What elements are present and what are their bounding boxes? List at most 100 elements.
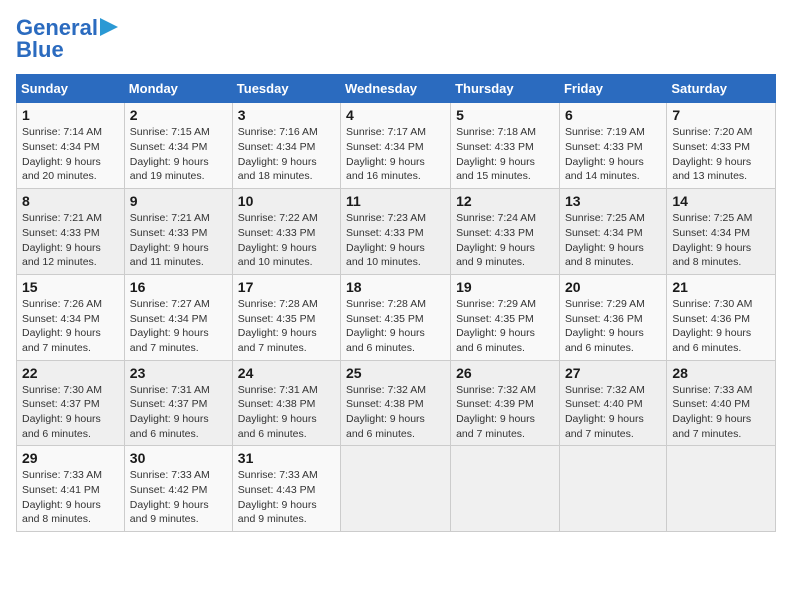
day-header-sunday: Sunday xyxy=(17,75,125,103)
day-info: Sunrise: 7:17 AMSunset: 4:34 PMDaylight:… xyxy=(346,126,426,182)
calendar-cell: 28 Sunrise: 7:33 AMSunset: 4:40 PMDaylig… xyxy=(667,360,776,446)
calendar-cell: 27 Sunrise: 7:32 AMSunset: 4:40 PMDaylig… xyxy=(559,360,666,446)
calendar-cell: 16 Sunrise: 7:27 AMSunset: 4:34 PMDaylig… xyxy=(124,274,232,360)
day-number: 18 xyxy=(346,279,445,295)
day-info: Sunrise: 7:25 AMSunset: 4:34 PMDaylight:… xyxy=(672,212,752,268)
calendar-week-row: 1 Sunrise: 7:14 AMSunset: 4:34 PMDayligh… xyxy=(17,103,776,189)
day-header-saturday: Saturday xyxy=(667,75,776,103)
day-number: 5 xyxy=(456,107,554,123)
day-number: 30 xyxy=(130,450,227,466)
day-number: 22 xyxy=(22,365,119,381)
day-info: Sunrise: 7:15 AMSunset: 4:34 PMDaylight:… xyxy=(130,126,210,182)
calendar-cell: 17 Sunrise: 7:28 AMSunset: 4:35 PMDaylig… xyxy=(232,274,340,360)
day-number: 4 xyxy=(346,107,445,123)
calendar-week-row: 8 Sunrise: 7:21 AMSunset: 4:33 PMDayligh… xyxy=(17,189,776,275)
calendar-cell: 21 Sunrise: 7:30 AMSunset: 4:36 PMDaylig… xyxy=(667,274,776,360)
day-header-friday: Friday xyxy=(559,75,666,103)
calendar-cell: 6 Sunrise: 7:19 AMSunset: 4:33 PMDayligh… xyxy=(559,103,666,189)
calendar-cell xyxy=(451,446,560,532)
day-number: 7 xyxy=(672,107,770,123)
day-info: Sunrise: 7:19 AMSunset: 4:33 PMDaylight:… xyxy=(565,126,645,182)
day-number: 26 xyxy=(456,365,554,381)
calendar-cell: 15 Sunrise: 7:26 AMSunset: 4:34 PMDaylig… xyxy=(17,274,125,360)
day-info: Sunrise: 7:26 AMSunset: 4:34 PMDaylight:… xyxy=(22,298,102,354)
calendar-cell: 1 Sunrise: 7:14 AMSunset: 4:34 PMDayligh… xyxy=(17,103,125,189)
day-info: Sunrise: 7:20 AMSunset: 4:33 PMDaylight:… xyxy=(672,126,752,182)
logo-blue-text: Blue xyxy=(16,38,64,62)
day-number: 31 xyxy=(238,450,335,466)
day-info: Sunrise: 7:29 AMSunset: 4:36 PMDaylight:… xyxy=(565,298,645,354)
day-number: 1 xyxy=(22,107,119,123)
day-info: Sunrise: 7:33 AMSunset: 4:41 PMDaylight:… xyxy=(22,469,102,525)
day-number: 27 xyxy=(565,365,661,381)
calendar-cell: 14 Sunrise: 7:25 AMSunset: 4:34 PMDaylig… xyxy=(667,189,776,275)
day-number: 25 xyxy=(346,365,445,381)
day-number: 2 xyxy=(130,107,227,123)
calendar-cell: 22 Sunrise: 7:30 AMSunset: 4:37 PMDaylig… xyxy=(17,360,125,446)
day-info: Sunrise: 7:28 AMSunset: 4:35 PMDaylight:… xyxy=(346,298,426,354)
logo: General Blue xyxy=(16,16,122,62)
calendar-cell: 18 Sunrise: 7:28 AMSunset: 4:35 PMDaylig… xyxy=(341,274,451,360)
day-number: 14 xyxy=(672,193,770,209)
calendar-cell: 30 Sunrise: 7:33 AMSunset: 4:42 PMDaylig… xyxy=(124,446,232,532)
calendar-cell: 20 Sunrise: 7:29 AMSunset: 4:36 PMDaylig… xyxy=(559,274,666,360)
calendar-table: SundayMondayTuesdayWednesdayThursdayFrid… xyxy=(16,74,776,532)
calendar-cell: 31 Sunrise: 7:33 AMSunset: 4:43 PMDaylig… xyxy=(232,446,340,532)
calendar-header-row: SundayMondayTuesdayWednesdayThursdayFrid… xyxy=(17,75,776,103)
calendar-week-row: 22 Sunrise: 7:30 AMSunset: 4:37 PMDaylig… xyxy=(17,360,776,446)
calendar-cell: 24 Sunrise: 7:31 AMSunset: 4:38 PMDaylig… xyxy=(232,360,340,446)
calendar-cell xyxy=(667,446,776,532)
day-number: 17 xyxy=(238,279,335,295)
day-info: Sunrise: 7:16 AMSunset: 4:34 PMDaylight:… xyxy=(238,126,318,182)
day-number: 23 xyxy=(130,365,227,381)
day-info: Sunrise: 7:21 AMSunset: 4:33 PMDaylight:… xyxy=(130,212,210,268)
day-header-thursday: Thursday xyxy=(451,75,560,103)
calendar-cell: 23 Sunrise: 7:31 AMSunset: 4:37 PMDaylig… xyxy=(124,360,232,446)
day-info: Sunrise: 7:32 AMSunset: 4:38 PMDaylight:… xyxy=(346,384,426,440)
day-info: Sunrise: 7:33 AMSunset: 4:43 PMDaylight:… xyxy=(238,469,318,525)
day-info: Sunrise: 7:31 AMSunset: 4:38 PMDaylight:… xyxy=(238,384,318,440)
day-number: 11 xyxy=(346,193,445,209)
day-number: 8 xyxy=(22,193,119,209)
calendar-body: 1 Sunrise: 7:14 AMSunset: 4:34 PMDayligh… xyxy=(17,103,776,532)
calendar-cell: 13 Sunrise: 7:25 AMSunset: 4:34 PMDaylig… xyxy=(559,189,666,275)
calendar-cell: 29 Sunrise: 7:33 AMSunset: 4:41 PMDaylig… xyxy=(17,446,125,532)
day-info: Sunrise: 7:23 AMSunset: 4:33 PMDaylight:… xyxy=(346,212,426,268)
day-number: 20 xyxy=(565,279,661,295)
day-info: Sunrise: 7:32 AMSunset: 4:39 PMDaylight:… xyxy=(456,384,536,440)
day-info: Sunrise: 7:22 AMSunset: 4:33 PMDaylight:… xyxy=(238,212,318,268)
day-header-tuesday: Tuesday xyxy=(232,75,340,103)
calendar-week-row: 15 Sunrise: 7:26 AMSunset: 4:34 PMDaylig… xyxy=(17,274,776,360)
day-number: 29 xyxy=(22,450,119,466)
day-info: Sunrise: 7:21 AMSunset: 4:33 PMDaylight:… xyxy=(22,212,102,268)
day-header-monday: Monday xyxy=(124,75,232,103)
day-info: Sunrise: 7:32 AMSunset: 4:40 PMDaylight:… xyxy=(565,384,645,440)
calendar-cell: 26 Sunrise: 7:32 AMSunset: 4:39 PMDaylig… xyxy=(451,360,560,446)
day-number: 19 xyxy=(456,279,554,295)
day-info: Sunrise: 7:31 AMSunset: 4:37 PMDaylight:… xyxy=(130,384,210,440)
day-number: 24 xyxy=(238,365,335,381)
day-number: 10 xyxy=(238,193,335,209)
calendar-cell: 10 Sunrise: 7:22 AMSunset: 4:33 PMDaylig… xyxy=(232,189,340,275)
day-info: Sunrise: 7:27 AMSunset: 4:34 PMDaylight:… xyxy=(130,298,210,354)
day-header-wednesday: Wednesday xyxy=(341,75,451,103)
calendar-cell: 12 Sunrise: 7:24 AMSunset: 4:33 PMDaylig… xyxy=(451,189,560,275)
calendar-cell: 2 Sunrise: 7:15 AMSunset: 4:34 PMDayligh… xyxy=(124,103,232,189)
day-number: 13 xyxy=(565,193,661,209)
calendar-cell: 9 Sunrise: 7:21 AMSunset: 4:33 PMDayligh… xyxy=(124,189,232,275)
day-info: Sunrise: 7:14 AMSunset: 4:34 PMDaylight:… xyxy=(22,126,102,182)
day-number: 21 xyxy=(672,279,770,295)
day-number: 28 xyxy=(672,365,770,381)
day-info: Sunrise: 7:24 AMSunset: 4:33 PMDaylight:… xyxy=(456,212,536,268)
page-header: General Blue xyxy=(16,16,776,62)
calendar-cell: 25 Sunrise: 7:32 AMSunset: 4:38 PMDaylig… xyxy=(341,360,451,446)
day-info: Sunrise: 7:30 AMSunset: 4:37 PMDaylight:… xyxy=(22,384,102,440)
day-number: 12 xyxy=(456,193,554,209)
calendar-cell xyxy=(559,446,666,532)
calendar-cell: 3 Sunrise: 7:16 AMSunset: 4:34 PMDayligh… xyxy=(232,103,340,189)
calendar-cell: 4 Sunrise: 7:17 AMSunset: 4:34 PMDayligh… xyxy=(341,103,451,189)
calendar-week-row: 29 Sunrise: 7:33 AMSunset: 4:41 PMDaylig… xyxy=(17,446,776,532)
calendar-cell xyxy=(341,446,451,532)
day-info: Sunrise: 7:28 AMSunset: 4:35 PMDaylight:… xyxy=(238,298,318,354)
calendar-cell: 7 Sunrise: 7:20 AMSunset: 4:33 PMDayligh… xyxy=(667,103,776,189)
